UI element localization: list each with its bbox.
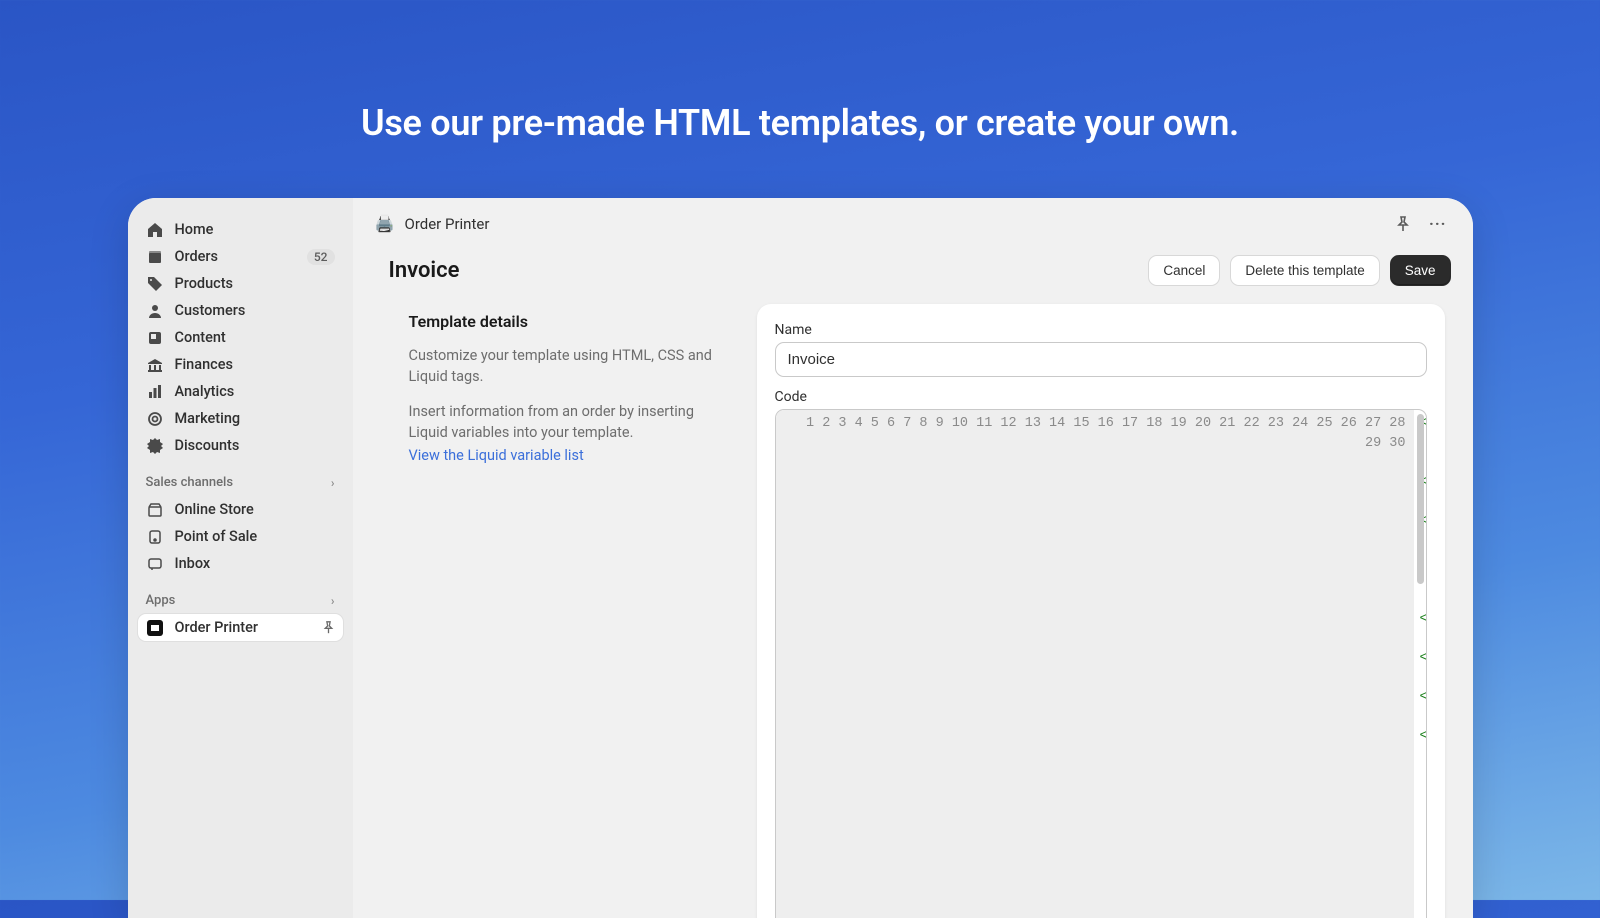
target-icon — [146, 411, 164, 427]
sidebar-item-label: Home — [175, 221, 214, 238]
printer-app-icon — [146, 620, 164, 636]
sidebar-item-label: Content — [175, 329, 226, 346]
bank-icon — [146, 357, 164, 373]
sidebar-item-inbox[interactable]: Inbox — [138, 550, 343, 577]
sidebar-item-products[interactable]: Products — [138, 270, 343, 297]
pin-icon[interactable] — [322, 621, 335, 634]
tag-icon — [146, 276, 164, 292]
sidebar-item-label: Finances — [175, 356, 233, 373]
app-header: 🖨️ Order Printer ··· — [353, 198, 1473, 249]
template-details-panel: Template details Customize your template… — [409, 304, 729, 918]
details-title: Template details — [409, 312, 729, 331]
hero-heading: Use our pre-made HTML templates, or crea… — [0, 0, 1600, 198]
inbox-icon — [146, 556, 164, 572]
sidebar-item-label: Order Printer — [175, 619, 259, 636]
section-sales-channels[interactable]: Sales channels › — [138, 459, 343, 496]
sidebar-item-label: Products — [175, 275, 234, 292]
store-icon — [146, 502, 164, 518]
code-editor[interactable]: 1 2 3 4 5 6 7 8 9 10 11 12 13 14 15 16 1… — [775, 409, 1427, 918]
page-header-row: Invoice Cancel Delete this template Save — [353, 249, 1473, 304]
sidebar-item-label: Marketing — [175, 410, 241, 427]
scrollbar[interactable] — [1417, 414, 1424, 584]
save-button[interactable]: Save — [1390, 255, 1451, 286]
pos-icon — [146, 529, 164, 545]
discount-icon — [146, 438, 164, 454]
details-text-2: Insert information from an order by inse… — [409, 401, 729, 443]
sidebar-item-home[interactable]: Home — [138, 216, 343, 243]
section-apps[interactable]: Apps › — [138, 577, 343, 614]
printer-icon: 🖨️ — [375, 214, 395, 234]
sidebar-item-label: Orders — [175, 248, 219, 265]
orders-icon — [146, 249, 164, 265]
sidebar-item-finances[interactable]: Finances — [138, 351, 343, 378]
chevron-right-icon: › — [331, 594, 335, 608]
sidebar-item-online-store[interactable]: Online Store — [138, 496, 343, 523]
delete-template-button[interactable]: Delete this template — [1230, 255, 1379, 286]
sidebar-item-label: Customers — [175, 302, 246, 319]
content-icon — [146, 330, 164, 346]
page-title: Invoice — [389, 258, 460, 283]
line-gutter: 1 2 3 4 5 6 7 8 9 10 11 12 13 14 15 16 1… — [776, 410, 1414, 918]
sidebar: Home Orders 52 Products Customers Conten… — [128, 198, 353, 918]
sidebar-item-pos[interactable]: Point of Sale — [138, 523, 343, 550]
sidebar-item-label: Discounts — [175, 437, 240, 454]
sidebar-item-label: Point of Sale — [175, 528, 258, 545]
app-name: Order Printer — [405, 215, 490, 233]
sidebar-item-label: Online Store — [175, 501, 254, 518]
sidebar-item-analytics[interactable]: Analytics — [138, 378, 343, 405]
sidebar-item-content[interactable]: Content — [138, 324, 343, 351]
sidebar-item-marketing[interactable]: Marketing — [138, 405, 343, 432]
main-content: 🖨️ Order Printer ··· Invoice Cancel Dele… — [353, 198, 1473, 918]
sidebar-item-discounts[interactable]: Discounts — [138, 432, 343, 459]
chevron-right-icon: › — [331, 476, 335, 490]
sidebar-item-orders[interactable]: Orders 52 — [138, 243, 343, 270]
code-label: Code — [775, 389, 1427, 405]
template-name-input[interactable] — [775, 342, 1427, 377]
editor-card: Name Code 1 2 3 4 5 6 7 8 9 10 11 12 13 … — [757, 304, 1445, 918]
orders-badge: 52 — [307, 249, 335, 265]
pin-button[interactable] — [1391, 214, 1415, 234]
more-button[interactable]: ··· — [1425, 212, 1450, 235]
analytics-icon — [146, 384, 164, 400]
sidebar-item-customers[interactable]: Customers — [138, 297, 343, 324]
sidebar-item-label: Inbox — [175, 555, 211, 572]
sidebar-item-label: Analytics — [175, 383, 235, 400]
sidebar-item-order-printer[interactable]: Order Printer — [138, 614, 343, 641]
app-window: Home Orders 52 Products Customers Conten… — [128, 198, 1473, 918]
home-icon — [146, 222, 164, 238]
person-icon — [146, 303, 164, 319]
details-text-1: Customize your template using HTML, CSS … — [409, 345, 729, 387]
name-label: Name — [775, 322, 1427, 338]
liquid-variables-link[interactable]: View the Liquid variable list — [409, 447, 729, 464]
cancel-button[interactable]: Cancel — [1148, 255, 1220, 286]
